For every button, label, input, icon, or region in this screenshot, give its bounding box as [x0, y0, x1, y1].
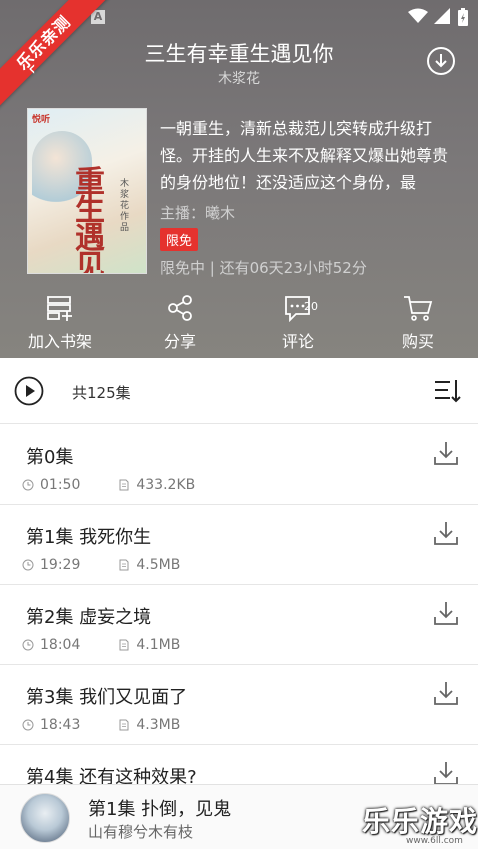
episode-size: 4.1MB	[136, 637, 181, 653]
bookshelf-add-icon	[47, 296, 72, 321]
episode-count: 共125集	[72, 384, 131, 402]
battery-icon	[458, 8, 468, 26]
cart-icon	[404, 296, 433, 321]
episode-row[interactable]: 第2集 虚妄之境 18:04 4.1MB	[0, 585, 478, 665]
episode-size: 433.2KB	[136, 477, 196, 493]
file-icon	[119, 479, 129, 491]
sort-icon[interactable]	[434, 378, 462, 404]
album-author: 木浆花	[218, 71, 260, 87]
share-label: 分享	[163, 332, 196, 351]
clock-icon	[22, 719, 34, 731]
free-timer: 限免中 | 还有06天23小时52分	[160, 259, 367, 277]
site-watermark: 乐乐游戏 www.6ll.com	[362, 798, 478, 849]
album-title: 三生有幸重生遇见你	[144, 42, 334, 66]
episode-duration: 19:29	[40, 557, 81, 573]
add-bookshelf-button[interactable]: 加入书架	[0, 294, 120, 352]
episode-meta: 18:04 4.1MB	[22, 637, 180, 653]
buy-button[interactable]: 购买	[358, 294, 478, 352]
download-icon[interactable]	[432, 599, 460, 627]
play-all-icon[interactable]	[14, 376, 44, 406]
anchor-name: 主播：曦木	[160, 204, 236, 222]
episode-list-header: 共125集	[0, 358, 478, 424]
clock-icon	[22, 479, 34, 491]
download-icon[interactable]	[432, 759, 460, 787]
episode-title: 第2集 虚妄之境	[26, 607, 152, 628]
buy-label: 购买	[401, 332, 434, 351]
cover-side-text: 木浆花作品	[120, 179, 130, 233]
action-bar: 加入书架 分享 20 评论 购买	[0, 294, 478, 358]
file-icon	[119, 559, 129, 571]
back-button[interactable]: ‹	[28, 56, 36, 80]
album-description: 一朝重生，清新总裁范儿突转成升级打怪。开挂的人生来不及解释又爆出她尊贵的身份地位…	[160, 119, 449, 192]
comment-count: 20	[304, 300, 318, 313]
share-button[interactable]: 分享	[120, 294, 240, 352]
now-playing-cover[interactable]	[20, 793, 70, 843]
comment-label: 评论	[281, 332, 314, 351]
file-icon	[119, 639, 129, 651]
free-badge: 限免	[160, 228, 199, 251]
episode-meta: 01:50 433.2KB	[22, 477, 195, 493]
episode-title: 第3集 我们又见面了	[26, 687, 188, 708]
album-cover: 悦听 重生遇见你 木浆花作品	[27, 108, 147, 274]
download-icon[interactable]	[432, 439, 460, 467]
watermark-url: www.6ll.com	[406, 836, 463, 846]
cover-logo: 悦听	[32, 115, 51, 125]
share-icon	[168, 295, 192, 321]
now-playing-title: 第1集 扑倒，见鬼	[88, 799, 232, 820]
now-playing-subtitle: 山有穆兮木有枝	[88, 823, 194, 841]
episode-size: 4.5MB	[136, 557, 181, 573]
file-icon	[119, 719, 129, 731]
comment-button[interactable]: 20 评论	[238, 294, 358, 352]
bookshelf-label: 加入书架	[27, 332, 92, 351]
episode-row[interactable]: 第0集 01:50 433.2KB	[0, 425, 478, 505]
cover-title: 重生遇见你	[75, 165, 105, 274]
episode-meta: 18:43 4.3MB	[22, 717, 180, 733]
clock-icon	[22, 559, 34, 571]
episode-title: 第1集 我死你生	[26, 527, 152, 548]
album-header: A 乐乐亲测 ‹ 三生有幸重生遇见你 木浆花 悦听 重生遇见你 木浆花作品 一朝…	[0, 0, 478, 358]
episode-row[interactable]: 第3集 我们又见面了 18:43 4.3MB	[0, 665, 478, 745]
episode-duration: 18:43	[40, 717, 81, 733]
watermark-text: 乐乐游戏	[362, 805, 478, 838]
signal-icon	[434, 8, 450, 24]
download-icon[interactable]	[432, 519, 460, 547]
download-all-icon[interactable]	[426, 46, 456, 76]
clock-icon	[22, 639, 34, 651]
episode-row[interactable]: 第1集 我死你生 19:29 4.5MB	[0, 505, 478, 585]
episode-title: 第0集	[26, 447, 74, 468]
episode-duration: 18:04	[40, 637, 81, 653]
download-icon[interactable]	[432, 679, 460, 707]
episode-meta: 19:29 4.5MB	[22, 557, 180, 573]
episode-duration: 01:50	[40, 477, 81, 493]
wifi-icon	[408, 8, 428, 23]
episode-size: 4.3MB	[136, 717, 181, 733]
